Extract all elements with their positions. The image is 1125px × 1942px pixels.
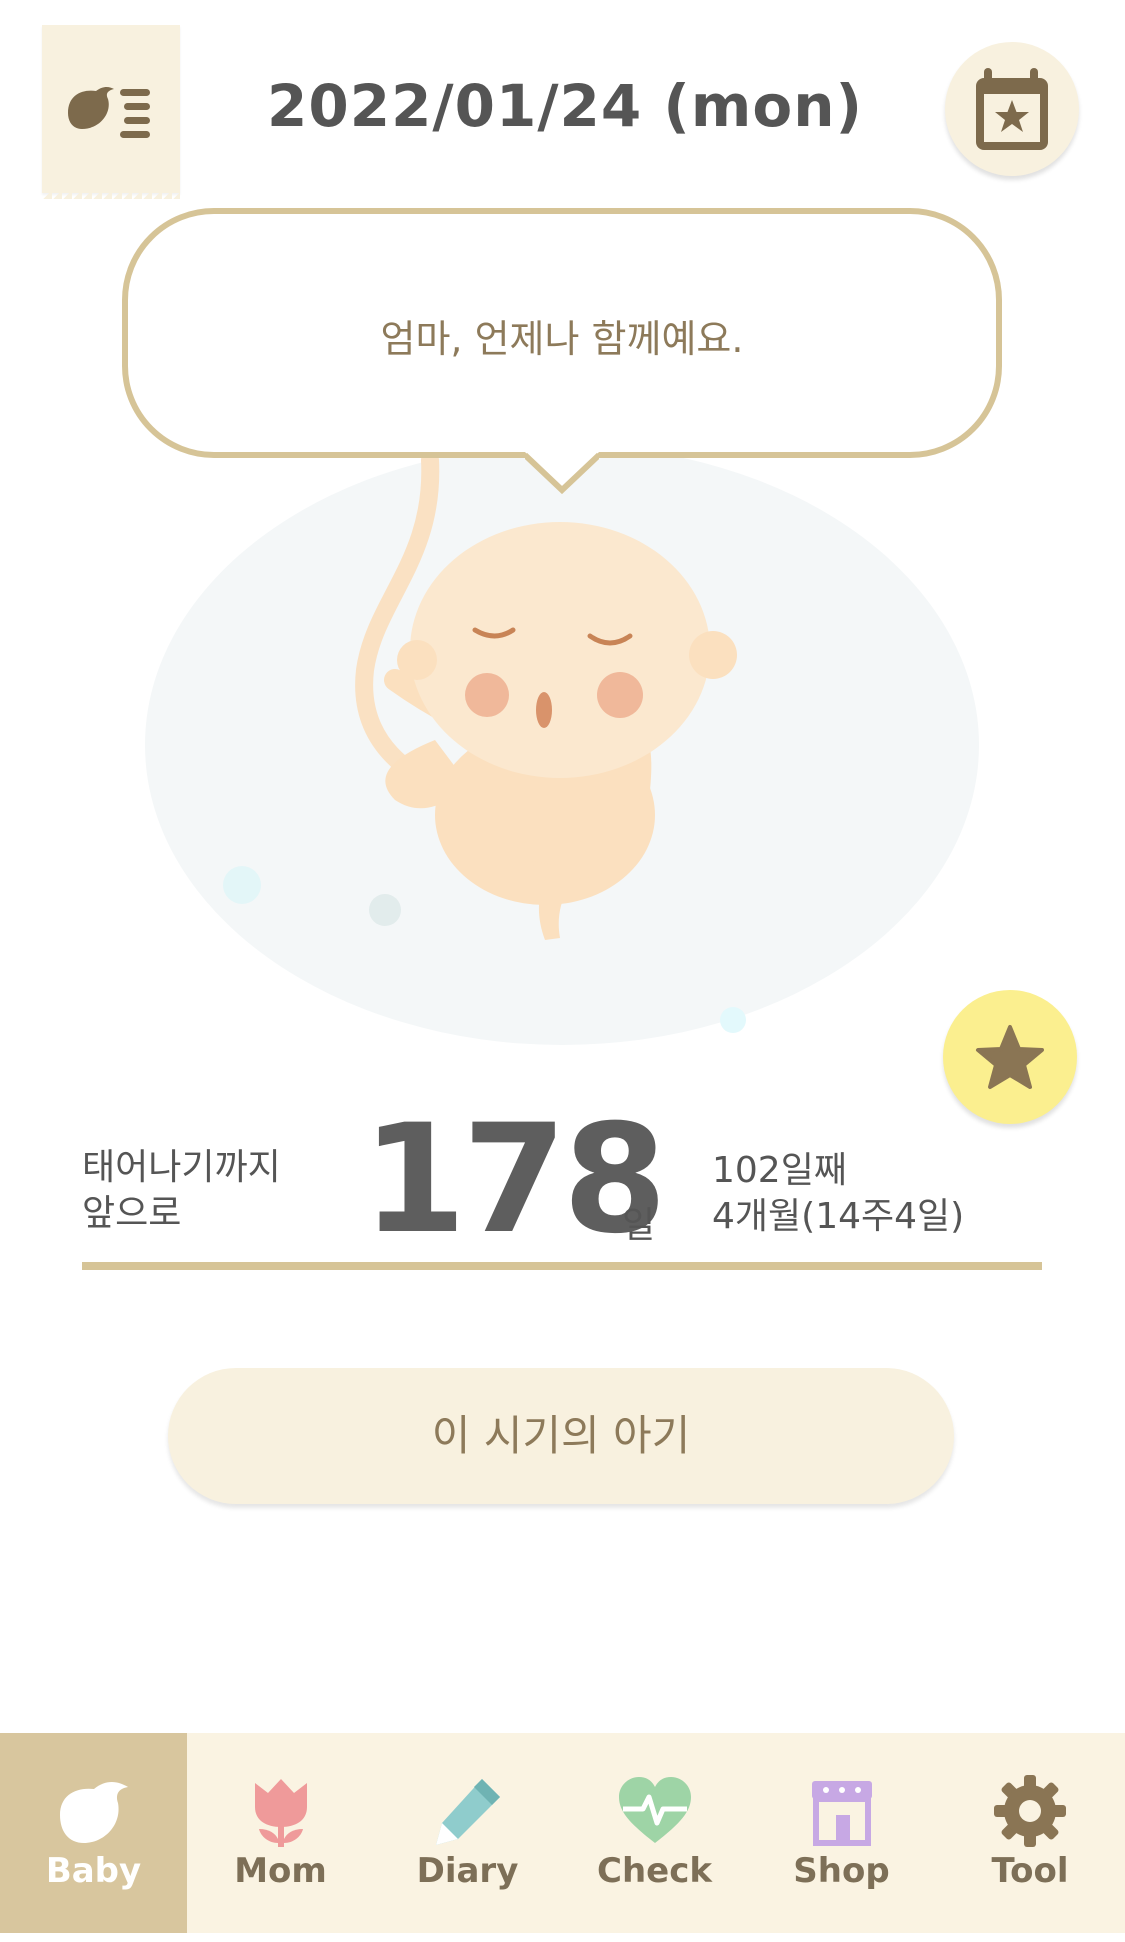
fetus-illustration <box>145 445 979 1045</box>
speech-bubble-tail <box>525 452 599 494</box>
nav-label-tool: Tool <box>991 1851 1069 1891</box>
nav-label-diary: Diary <box>416 1851 519 1891</box>
divider <box>82 1262 1042 1270</box>
tulip-icon <box>254 1779 307 1847</box>
speech-text: 엄마, 언제나 함께예요. <box>380 317 744 361</box>
elapsed-period: 4개월(14주4일) <box>712 1196 965 1237</box>
calendar-star-icon <box>976 68 1048 150</box>
bottom-nav: Baby Mom Diary Check Shop Tool <box>0 1733 1125 1933</box>
nav-item-diary[interactable]: Diary <box>374 1733 561 1933</box>
date-title: 2022/01/24 (mon) <box>267 72 863 140</box>
nav-item-baby[interactable]: Baby <box>0 1733 187 1933</box>
pencil-icon <box>435 1779 500 1845</box>
baby-this-period-button[interactable]: 이 시기의 아기 <box>168 1368 954 1504</box>
until-line-1: 태어나기까지 <box>82 1147 281 1188</box>
nav-label-mom: Mom <box>234 1851 327 1891</box>
favorite-star-button[interactable] <box>943 990 1077 1124</box>
nav-item-shop[interactable]: Shop <box>748 1733 935 1933</box>
pregnancy-progress: 102일째 4개월(14주4일) <box>712 1148 964 1240</box>
menu-button[interactable] <box>42 25 180 199</box>
shop-icon <box>811 1781 872 1846</box>
nav-item-check[interactable]: Check <box>561 1733 748 1933</box>
star-icon <box>976 1025 1044 1089</box>
gear-icon <box>994 1775 1066 1847</box>
bird-menu-icon <box>68 87 150 138</box>
elapsed-days: 102일째 <box>712 1150 847 1191</box>
nav-label-shop: Shop <box>793 1851 890 1891</box>
heart-pulse-icon <box>618 1777 691 1843</box>
nav-label-check: Check <box>597 1851 712 1891</box>
nav-item-mom[interactable]: Mom <box>187 1733 374 1933</box>
days-left-count: 178 <box>362 1093 667 1267</box>
until-birth-label: 태어나기까지 앞으로 <box>82 1145 281 1237</box>
day-unit-label: 일 <box>622 1205 656 1246</box>
nav-label-baby: Baby <box>45 1851 142 1891</box>
nav-item-tool[interactable]: Tool <box>935 1733 1125 1933</box>
bird-icon <box>59 1782 128 1843</box>
until-line-2: 앞으로 <box>82 1193 182 1234</box>
calendar-button[interactable] <box>945 42 1079 176</box>
